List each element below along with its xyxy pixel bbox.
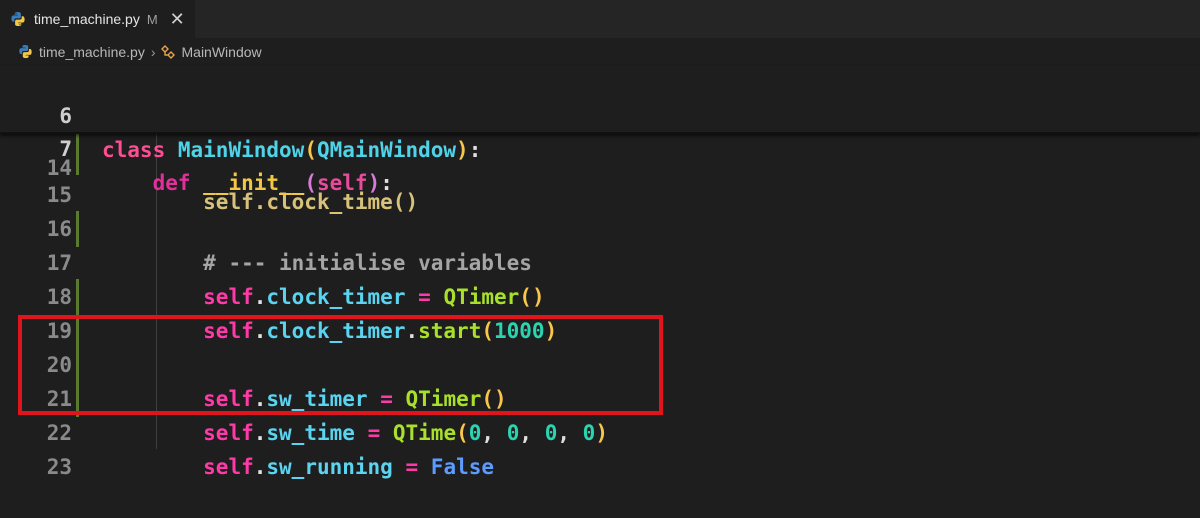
code-line: 23 bbox=[0, 416, 1200, 479]
python-icon bbox=[19, 44, 32, 59]
code-line: 19 bbox=[0, 280, 1200, 343]
code-line: 18 self.clock_timer.start(1000) bbox=[0, 246, 1200, 343]
breadcrumb-file[interactable]: time_machine.py bbox=[39, 44, 145, 60]
tab-bar: time_machine.py M ✕ bbox=[0, 0, 1200, 38]
class-symbol-icon bbox=[160, 44, 175, 59]
modified-badge: M bbox=[146, 11, 158, 27]
chevron-right-icon: › bbox=[150, 43, 156, 60]
editor-tab[interactable]: time_machine.py M ✕ bbox=[0, 0, 195, 38]
line-number: 23 bbox=[46, 455, 72, 479]
breadcrumb: time_machine.py › MainWindow bbox=[0, 38, 1200, 65]
code-line: 6 class MainWindow(QMainWindow): bbox=[0, 65, 1200, 162]
sticky-scroll-header: 6 class MainWindow(QMainWindow): 7 def _… bbox=[0, 65, 1200, 195]
close-icon[interactable]: ✕ bbox=[170, 10, 185, 28]
code-text: self.sw_running = False bbox=[203, 455, 495, 479]
breadcrumb-symbol[interactable]: MainWindow bbox=[182, 44, 262, 60]
tab-filename: time_machine.py bbox=[34, 11, 140, 27]
code-text: def __init__(self): bbox=[152, 171, 393, 195]
highlight-annotation-box bbox=[18, 315, 663, 415]
python-icon bbox=[11, 12, 25, 26]
line-number: 7 bbox=[59, 137, 72, 161]
code-text: class MainWindow(QMainWindow): bbox=[102, 138, 482, 162]
code-line: 7 def __init__(self): bbox=[0, 98, 1200, 195]
